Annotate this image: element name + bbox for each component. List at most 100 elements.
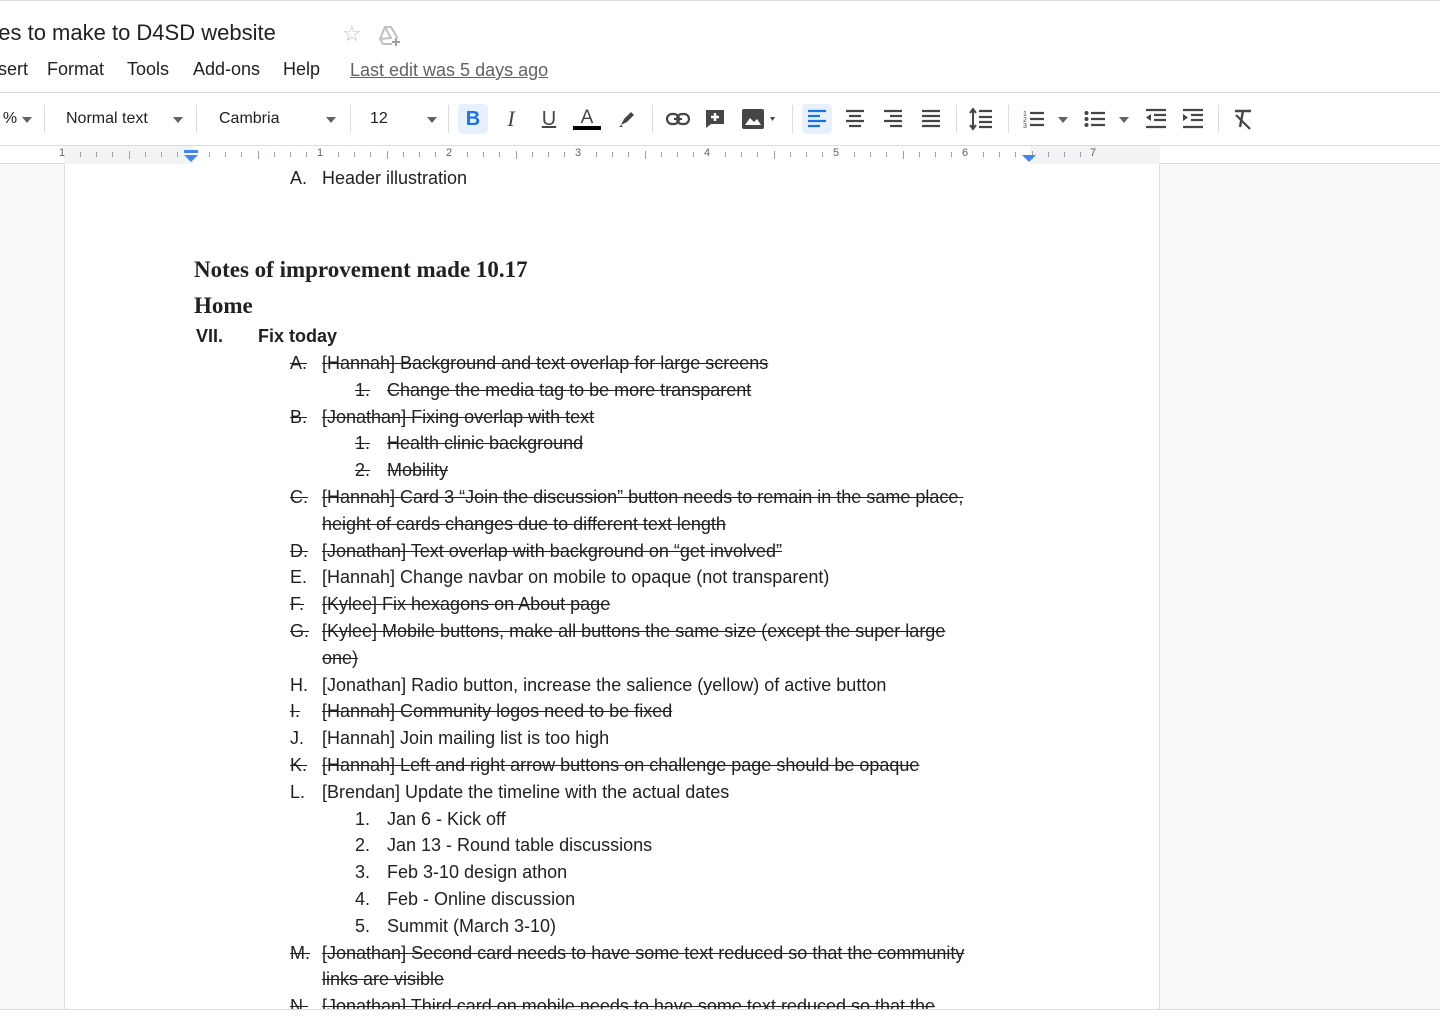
clear-formatting-icon (1235, 109, 1251, 130)
list-marker: I. (290, 701, 301, 721)
list-marker: E. (290, 567, 308, 587)
menu-format[interactable]: Format (47, 59, 104, 80)
ruler-tick (774, 151, 775, 159)
ruler-number: 3 (575, 147, 582, 159)
ruler-tick (903, 151, 904, 159)
list-item-text: [Brendan] Update the timeline with the a… (322, 782, 730, 802)
text-color-icon: A (573, 107, 601, 130)
ruler-tick (161, 152, 162, 157)
increase-indent-button[interactable] (1178, 104, 1208, 134)
text-color-button[interactable]: A (572, 104, 602, 134)
align-right-button[interactable] (878, 104, 908, 134)
ruler-tick (661, 152, 662, 157)
ruler-tick (951, 152, 952, 157)
ruler-tick (1080, 152, 1081, 157)
ruler-number: 2 (446, 147, 453, 159)
menu-addons[interactable]: Add-ons (193, 59, 260, 80)
list-marker: A. (290, 353, 308, 373)
list-item-text: Jan 6 - Kick off (387, 809, 506, 829)
ruler-tick (854, 152, 855, 157)
bold-icon: B (465, 107, 481, 130)
zoom-caret-icon[interactable] (22, 117, 32, 123)
numbered-list-caret-icon[interactable] (1058, 117, 1068, 123)
underline-button[interactable]: U (534, 104, 564, 134)
style-select[interactable]: Normal text (56, 93, 176, 145)
ruler-tick (145, 152, 146, 157)
ruler[interactable]: 1 1 2 3 4 5 6 7 (0, 146, 1440, 164)
list-item-text: [Hannah] Left and right arrow buttons on… (322, 755, 920, 775)
align-left-button[interactable] (802, 104, 832, 134)
list-marker: 1. (355, 433, 371, 453)
insert-link-button[interactable] (663, 104, 693, 134)
list-item-text: Jan 13 - Round table discussions (387, 835, 653, 855)
font-caret-icon[interactable] (326, 117, 336, 123)
ruler-tick (370, 152, 371, 157)
section-marker: VII. (196, 326, 224, 346)
ruler-tick (822, 152, 823, 157)
list-item-text: Feb - Online discussion (387, 889, 576, 909)
menu-insert[interactable]: sert (0, 59, 28, 80)
decrease-indent-button[interactable] (1141, 104, 1171, 134)
style-caret-icon[interactable] (173, 117, 183, 123)
font-size-select[interactable]: 12 (360, 93, 420, 145)
align-center-button[interactable] (840, 104, 870, 134)
bulleted-list-icon (1084, 111, 1105, 127)
highlighter-icon (619, 112, 634, 127)
link-icon (665, 112, 691, 126)
star-icon[interactable]: ☆ (342, 23, 362, 45)
ruler-tick (806, 152, 807, 157)
list-marker: N. (290, 996, 308, 1009)
increase-indent-icon (1183, 108, 1203, 129)
italic-button[interactable]: I (496, 104, 526, 134)
decrease-indent-icon (1146, 108, 1166, 129)
list-marker: 2. (355, 835, 371, 855)
ruler-tick (935, 152, 936, 157)
numbered-list-button[interactable]: 1 2 3 (1019, 104, 1049, 134)
justify-button[interactable] (916, 104, 946, 134)
menu-tools[interactable]: Tools (127, 59, 169, 80)
list-item-text: [Kylee] Mobile buttons, make all buttons… (322, 621, 946, 641)
list-item-text: links are visible (322, 969, 445, 989)
first-line-indent-marker[interactable] (183, 150, 199, 164)
ruler-tick (241, 152, 242, 157)
ruler-tick (628, 152, 629, 157)
font-size-value: 12 (370, 110, 388, 127)
list-item-text: height of cards changes due to different… (322, 514, 726, 534)
move-to-drive-icon[interactable] (377, 24, 401, 48)
style-value: Normal text (66, 110, 148, 127)
svg-text:3: 3 (1023, 123, 1027, 130)
insert-image-button[interactable] (738, 104, 782, 134)
section-title: Fix today (258, 326, 338, 346)
formatting-toolbar: % Normal text Cambria 12 B I U A 1 2 3 (0, 92, 1440, 146)
ruler-tick (612, 152, 613, 157)
list-marker: A. (290, 168, 308, 188)
list-marker: J. (290, 728, 305, 748)
document-title[interactable]: ges to make to D4SD website (0, 20, 276, 46)
font-size-caret-icon[interactable] (427, 117, 437, 123)
line-spacing-button[interactable] (966, 104, 996, 134)
zoom-value: % (2, 110, 18, 127)
list-item-text: Health clinic background (387, 433, 584, 453)
zoom-select[interactable]: % (0, 93, 20, 145)
bulleted-list-caret-icon[interactable] (1119, 117, 1129, 123)
ruler-tick (693, 152, 694, 157)
list-marker: B. (290, 407, 308, 427)
ruler-tick (467, 152, 468, 157)
list-marker: L. (290, 782, 306, 802)
highlight-color-button[interactable] (612, 104, 642, 134)
justify-icon (922, 109, 940, 128)
ruler-tick (870, 152, 871, 157)
font-select[interactable]: Cambria (208, 93, 328, 145)
ruler-tick (209, 152, 210, 157)
add-comment-button[interactable] (700, 104, 730, 134)
last-edit-link[interactable]: Last edit was 5 days ago (350, 60, 548, 81)
bulleted-list-button[interactable] (1080, 104, 1110, 134)
right-indent-marker[interactable] (1021, 150, 1037, 164)
menu-help[interactable]: Help (283, 59, 320, 80)
list-item-text: Feb 3-10 design athon (387, 862, 568, 882)
list-item-text: one) (322, 648, 359, 668)
bold-button[interactable]: B (458, 104, 488, 134)
underline-icon: U (541, 107, 557, 130)
clear-formatting-button[interactable] (1228, 104, 1258, 134)
document-page[interactable]: A. Header illustration Notes of improvem… (64, 164, 1160, 1009)
